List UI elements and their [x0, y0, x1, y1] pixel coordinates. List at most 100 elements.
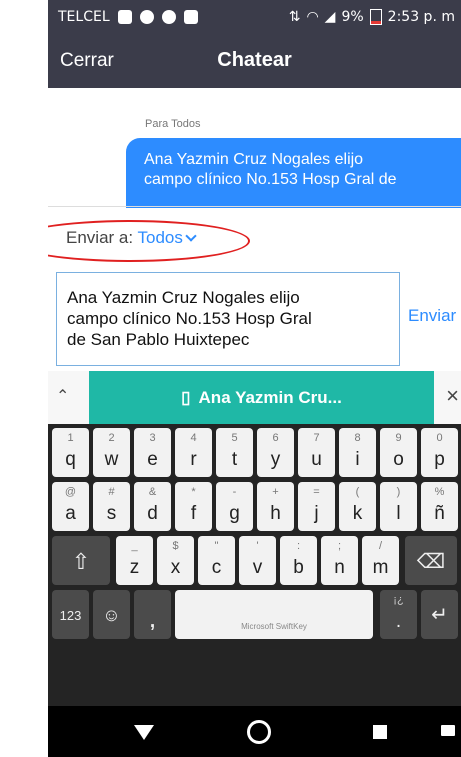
key[interactable]: (k — [339, 482, 376, 531]
key[interactable]: 3e — [134, 428, 171, 477]
key[interactable]: 7u — [298, 428, 335, 477]
home-icon[interactable] — [247, 720, 271, 744]
key-primary: d — [147, 503, 158, 524]
key-primary: b — [293, 557, 304, 578]
suggestion-text: Ana Yazmin Cru... — [198, 387, 342, 407]
wifi-icon: ◠ — [306, 9, 319, 25]
key-secondary: 4 — [190, 432, 197, 444]
key[interactable]: 2w — [93, 428, 130, 477]
key[interactable]: 9o — [380, 428, 417, 477]
message-input[interactable]: Ana Yazmin Cruz Nogales elijo campo clín… — [56, 272, 400, 366]
keyboard-icon[interactable] — [441, 725, 455, 736]
clipboard-icon: ▯ — [181, 387, 191, 407]
key-secondary: 7 — [313, 432, 320, 444]
key[interactable]: % ñ — [421, 482, 458, 531]
key-primary: o — [393, 449, 404, 470]
key-primary: u — [311, 449, 322, 470]
key[interactable]: " c — [198, 536, 235, 585]
recipient-dropdown[interactable]: Todos — [138, 228, 197, 247]
message-line: campo clínico No.153 Hosp Gral de — [144, 171, 397, 188]
key[interactable]: * f — [175, 482, 212, 531]
page-title: Chatear — [217, 49, 292, 71]
key-primary: q — [65, 449, 76, 470]
sim-icon — [117, 10, 132, 24]
space-bar[interactable]: Microsoft SwiftKey — [175, 590, 373, 639]
enter-key[interactable]: ↵ — [421, 590, 458, 639]
numbers-label: 123 — [59, 608, 82, 623]
suggestion-bar: ⌃ ▯ Ana Yazmin Cru... × — [48, 371, 461, 424]
key[interactable]: & d — [134, 482, 171, 531]
key[interactable]: 0p — [421, 428, 458, 477]
input-line: campo clínico No.153 Hosp Gral — [67, 309, 312, 328]
key-primary: v — [252, 557, 263, 578]
signal-icon: ◢ — [324, 9, 336, 25]
key[interactable]: + h — [257, 482, 294, 531]
key-secondary: 8 — [354, 432, 361, 444]
key-primary: k — [352, 503, 363, 524]
key-secondary: - — [232, 486, 237, 498]
key[interactable]: / m — [362, 536, 399, 585]
carrier-label: TELCEL — [58, 9, 110, 25]
back-icon[interactable] — [134, 725, 154, 740]
key[interactable]: _ z — [116, 536, 153, 585]
key-secondary: 9 — [395, 432, 402, 444]
key-secondary: # — [108, 486, 115, 498]
key-secondary: + — [272, 486, 279, 498]
key[interactable]: $ x — [157, 536, 194, 585]
backspace-key[interactable]: ⌫ — [405, 536, 457, 585]
key[interactable]: 1q — [52, 428, 89, 477]
key-primary: m — [372, 557, 389, 578]
phone-screen: TELCEL ⇅ ◠ ◢ 9% 2:53 p. m Cerrar Chatear… — [48, 0, 461, 757]
comma-key[interactable]: , — [134, 590, 171, 639]
expand-icon[interactable]: ⌃ — [56, 386, 69, 406]
battery-saver-icon — [183, 10, 198, 24]
key-secondary: $ — [172, 540, 179, 552]
key[interactable]: 5t — [216, 428, 253, 477]
comma-label: , — [149, 611, 156, 632]
key-primary: p — [434, 449, 445, 470]
close-icon[interactable]: × — [446, 383, 459, 409]
key-primary: l — [396, 503, 401, 524]
shift-key[interactable]: ⇧ — [52, 536, 110, 585]
key[interactable]: 6y — [257, 428, 294, 477]
shift-icon: ⇧ — [71, 549, 91, 574]
key[interactable]: 8i — [339, 428, 376, 477]
period-key[interactable]: ¡¿. — [380, 590, 417, 639]
key-primary: w — [104, 449, 119, 470]
key-secondary: 6 — [272, 432, 279, 444]
suggestion-pill[interactable]: ▯ Ana Yazmin Cru... — [89, 371, 434, 424]
period-label: . — [395, 611, 402, 632]
status-bar: TELCEL ⇅ ◠ ◢ 9% 2:53 p. m — [48, 0, 461, 36]
key[interactable]: 4r — [175, 428, 212, 477]
key[interactable]: ; n — [321, 536, 358, 585]
key[interactable]: :b — [280, 536, 317, 585]
key[interactable]: @ a — [52, 482, 89, 531]
key-secondary: 0 — [436, 432, 443, 444]
numbers-key[interactable]: 123 — [52, 590, 89, 639]
clock: 2:53 p. m — [387, 9, 455, 25]
key[interactable]: = j — [298, 482, 335, 531]
key-primary: t — [231, 449, 238, 470]
chat-area[interactable]: Para Todos Ana Yazmin Cruz Nogales elijo… — [48, 88, 461, 208]
key-secondary: " — [214, 540, 219, 552]
key-primary: g — [229, 503, 240, 524]
key[interactable]: ' v — [239, 536, 276, 585]
battery-icon — [369, 9, 382, 25]
recents-icon[interactable] — [373, 725, 387, 739]
data-arrows-icon: ⇅ — [288, 9, 301, 25]
key-primary: h — [270, 503, 281, 524]
send-to-label: Enviar a: — [66, 228, 134, 247]
send-button[interactable]: Enviar — [408, 306, 456, 326]
key-primary: f — [190, 503, 197, 524]
key-secondary: ( — [355, 486, 360, 498]
key[interactable]: -g — [216, 482, 253, 531]
message-bubble[interactable]: Ana Yazmin Cruz Nogales elijo campo clín… — [126, 138, 461, 208]
key[interactable]: ) l — [380, 482, 417, 531]
key-secondary: 3 — [149, 432, 156, 444]
key-primary: j — [314, 503, 319, 524]
key-primary: y — [270, 449, 281, 470]
key-secondary: / — [378, 540, 383, 552]
key[interactable]: # s — [93, 482, 130, 531]
emoji-key[interactable]: ☺ — [93, 590, 130, 639]
key-primary: s — [106, 503, 117, 524]
